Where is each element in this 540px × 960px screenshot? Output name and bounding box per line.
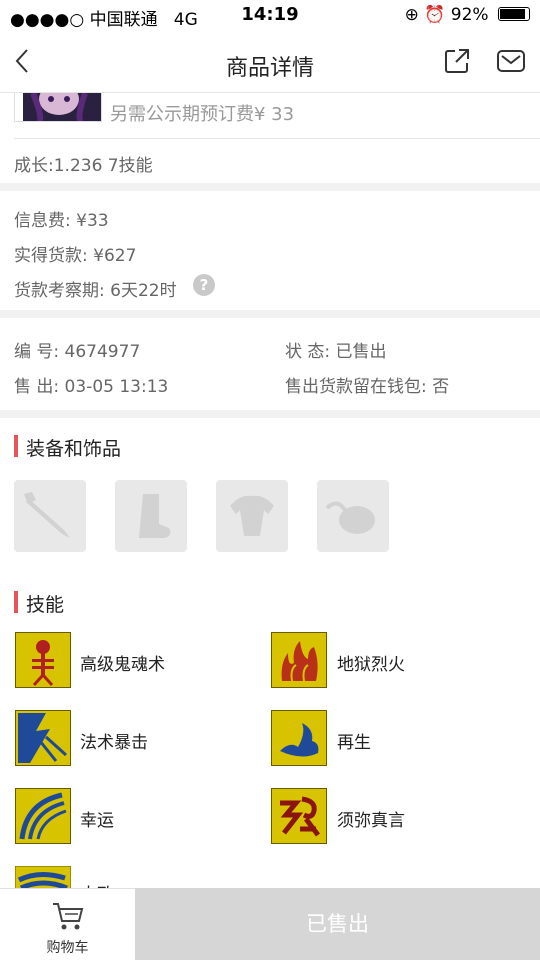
nav-bar: 商品详情 [0,32,540,93]
skill-icon-spell-crit[interactable] [15,710,71,766]
info-fee: 信息费: ¥33 [14,211,109,231]
section-accent-bar [14,435,18,457]
share-button[interactable] [444,48,470,78]
skill-partial-icon [15,866,71,888]
skill-label: 高级鬼魂术 [80,655,165,675]
id-value: 4674977 [64,342,141,362]
sword-icon [24,492,70,538]
message-button[interactable] [497,50,525,76]
battery-percent: 92% [450,5,489,25]
fire-icon [272,633,326,687]
lightning-icon [16,711,70,765]
sold-time-value: 03-05 13:13 [64,377,169,397]
wallet-value: 否 [432,377,450,397]
skill-icon-regen[interactable] [271,710,327,766]
deposit-note: 另需公示期预订费¥ 33 [110,104,295,125]
section-accent-bar [14,591,18,613]
rune-icon [272,789,326,843]
status-label: 状 态: [285,342,331,362]
boot-icon [139,494,171,538]
skeleton-icon [16,633,70,687]
status-bar: ●●●●○ 中国联通 4G 14:19 ⊕ ⏰ 92% [0,0,540,32]
skill-icon-mantra[interactable] [271,788,327,844]
pouch-icon [325,501,375,534]
skill-icon-partial[interactable] [15,866,71,888]
sold-time-label: 售 出: [14,377,60,397]
alarm-icon: ⏰ [424,5,446,25]
boots-slot[interactable] [115,480,187,552]
accessory-slot[interactable] [317,480,389,552]
share-icon [445,49,469,73]
equipment-title: 装备和饰品 [26,438,122,460]
help-icon[interactable]: ? [193,274,215,296]
character-avatar-image [23,93,101,121]
wallet-label: 售出货款留在钱包: [285,377,427,397]
weapon-slot[interactable] [14,480,86,552]
cart-icon [53,903,84,930]
skill-label: 法术暴击 [80,733,148,753]
mail-icon [497,50,525,72]
skill-label: 须弥真言 [337,811,405,831]
bottom-bar: 购物车 已售出 [0,888,540,960]
review-period: 货款考察期: 6天22时 [14,281,177,301]
regen-icon [272,711,326,765]
skill-icon-ghost[interactable] [15,632,71,688]
actual-payment: 实得货款: ¥627 [14,246,137,266]
section-divider [0,183,540,191]
section-divider [0,310,540,318]
battery-icon [498,7,530,21]
section-divider [0,410,540,418]
luck-icon [16,789,70,843]
cart-button[interactable]: 购物车 [0,888,135,960]
status-value: 已售出 [335,342,387,362]
id-label: 编 号: [14,342,60,362]
skill-icon-hellfire[interactable] [271,632,327,688]
rotation-lock-icon: ⊕ [404,5,419,25]
item-avatar [14,93,102,122]
sold-out-button[interactable]: 已售出 [135,888,540,960]
cart-label: 购物车 [46,940,89,956]
skill-icon-luck[interactable] [15,788,71,844]
skill-label: 地狱烈火 [337,655,405,675]
skill-label: 再生 [337,733,371,753]
divider-line [14,138,540,139]
armor-slot[interactable] [216,480,288,552]
armor-icon [230,495,274,536]
growth-text: 成长:1.236 7技能 [14,156,153,176]
skill-label: 大政 [80,880,140,888]
skill-label: 幸运 [80,811,114,831]
skills-title: 技能 [26,594,65,616]
